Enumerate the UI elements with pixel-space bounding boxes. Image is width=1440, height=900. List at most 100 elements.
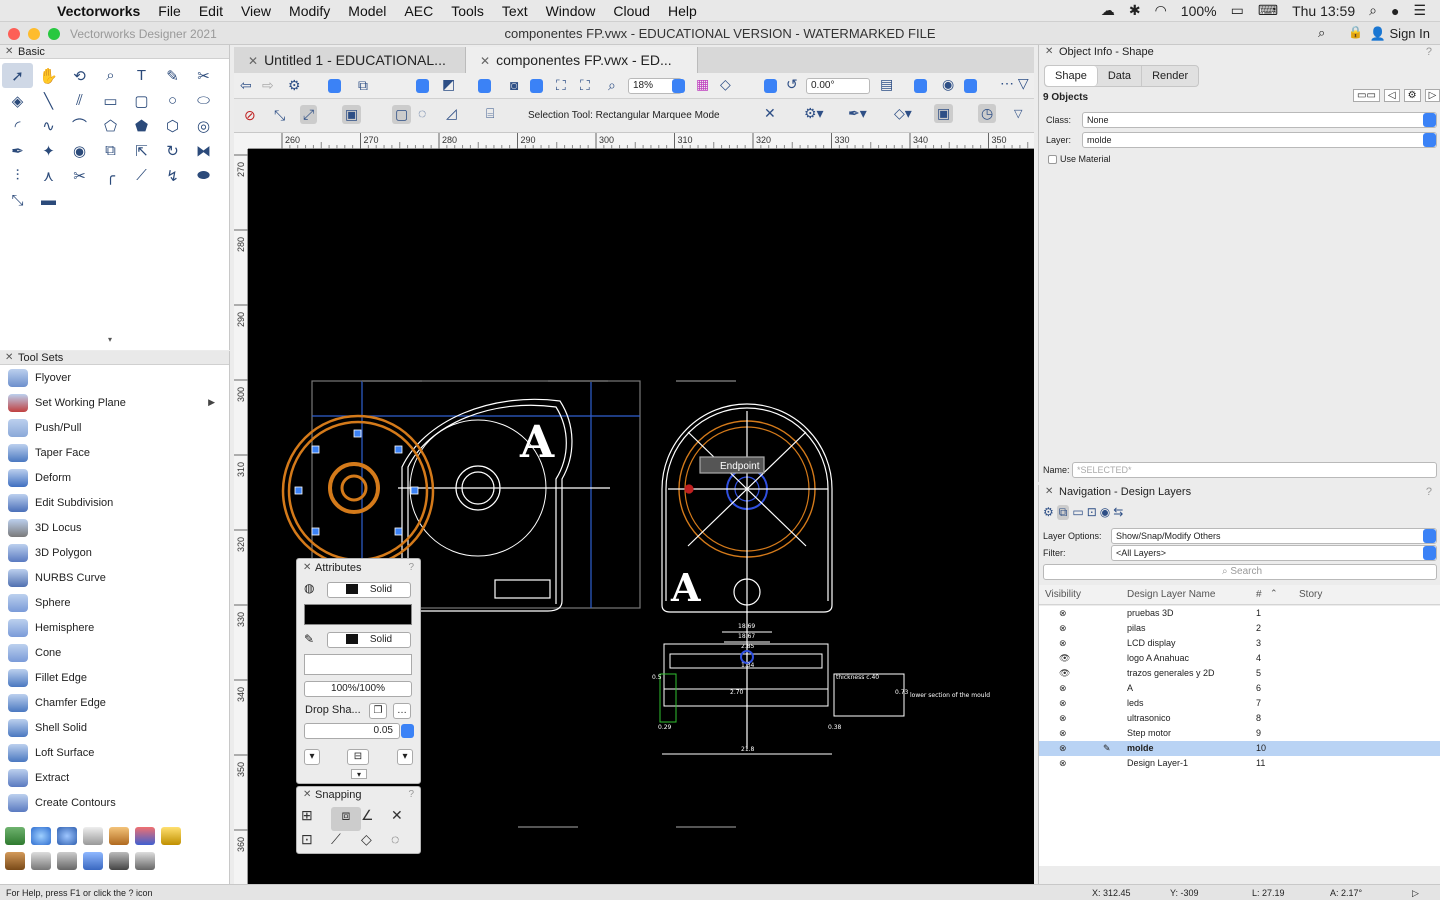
vision-dropdown[interactable] [964,79,977,93]
toolset-visualization-icon[interactable] [132,823,158,848]
nav-layers-icon[interactable]: ⧉ [1056,505,1070,520]
zoom-icon[interactable]: ⌕ [608,77,616,94]
layer-row[interactable]: ⊗ pruebas 3D 1 [1039,606,1440,621]
menu-aec[interactable]: AEC [395,3,442,19]
layer-row[interactable]: ⊗ Step motor 9 [1039,726,1440,741]
pen-style-dropdown[interactable]: Solid [327,632,411,648]
hidden-icon[interactable]: ⊗ [1059,756,1067,771]
search-icon[interactable]: ⌕ [1318,25,1325,41]
hidden-icon[interactable]: ⊗ [1059,606,1067,621]
snap-to-object-icon[interactable]: ⧈ [331,807,361,831]
toolset-item-3d-locus[interactable]: 3D Locus [0,515,229,540]
selection-tool[interactable]: ➚ [2,63,33,88]
render-dropdown[interactable] [530,79,543,93]
help-icon[interactable]: ? [1426,45,1432,59]
help-icon[interactable]: ? [1426,485,1432,499]
expand-palette-icon[interactable]: ▾ [108,335,112,344]
close-icon[interactable]: ✕ [5,351,13,365]
close-icon[interactable]: ✕ [1045,485,1053,499]
attribute-mapping-tool[interactable]: ◈ [2,88,33,113]
close-icon[interactable]: ✕ [303,787,311,803]
apple-icon[interactable] [20,3,36,19]
toolset-item-shell-solid[interactable]: Shell Solid [0,715,229,740]
previous-object-icon[interactable]: ◁ [1383,89,1400,102]
next-object-icon[interactable]: ▷ [1424,89,1440,102]
layer-row[interactable]: ⊗ Design Layer-1 11 [1039,756,1440,771]
tab-render[interactable]: Render [1142,66,1198,86]
wifi-icon[interactable]: ◠ [1155,2,1167,19]
eraser-tool[interactable]: ⬬ [188,163,219,188]
object-list-icon[interactable]: ▭▭ [1353,89,1380,102]
toolset-item-fillet-edge[interactable]: Fillet Edge [0,665,229,690]
menu-edit[interactable]: Edit [190,3,232,19]
menu-help[interactable]: Help [659,3,706,19]
toolset-item-deform[interactable]: Deform [0,465,229,490]
oval-tool[interactable]: ⬭ [188,88,219,113]
text-tool[interactable]: T [126,63,157,88]
settings-icon[interactable]: ⚙ [1403,89,1421,102]
submenu-arrow-icon[interactable]: ▶ [208,397,215,408]
toolset-building-shell-icon[interactable] [2,823,28,848]
back-icon[interactable]: ⇦ [240,77,252,94]
col-story[interactable]: Story [1299,589,1322,600]
toolset-item-cone[interactable]: Cone [0,640,229,665]
control-list-icon[interactable]: ☰ [1413,2,1426,19]
line-weight-field[interactable]: 0.05 [304,723,400,739]
layer-row[interactable]: ⊗ leds 7 [1039,696,1440,711]
working-plane-dropdown[interactable] [764,79,777,93]
tab-shape[interactable]: Shape [1045,66,1098,86]
rotate-plan-icon[interactable]: ↺ [786,76,798,93]
toolset-3d-modeling-icon[interactable] [80,823,106,848]
regular-polygon-tool[interactable]: ⬡ [157,113,188,138]
lasso-mode-icon[interactable]: ◌ [418,105,426,121]
circle-tool[interactable]: ○ [157,88,188,113]
close-tab-icon[interactable]: ✕ [248,54,258,68]
drop-shadow-options-button[interactable]: … [393,703,411,719]
close-icon[interactable]: ✕ [303,559,311,577]
menu-tools[interactable]: Tools [442,3,493,19]
help-icon[interactable]: ? [408,787,414,803]
creative-cloud-icon[interactable]: ☁ [1101,2,1115,19]
spiral-tool[interactable]: ◎ [188,113,219,138]
toolset-item-loft-surface[interactable]: Loft Surface [0,740,229,765]
double-polygon-tool[interactable]: ⬟ [126,113,157,138]
layer-row[interactable]: ⊗ A 6 [1039,681,1440,696]
sort-ascending-icon[interactable]: ⌃ [1270,588,1278,599]
eye-icon[interactable]: 👁 [1059,666,1070,681]
menu-modify[interactable]: Modify [280,3,339,19]
layer-options-dropdown[interactable]: Show/Snap/Modify Others [1111,528,1437,544]
overflow-icon[interactable]: ▽ [1014,107,1022,120]
menu-text[interactable]: Text [493,3,537,19]
snap-to-distance-icon[interactable]: ⟋ [331,831,361,855]
reshape-tool[interactable]: ✦ [33,138,64,163]
smart-edge-icon[interactable]: ⊡ [301,831,331,855]
hidden-icon[interactable]: ⊗ [1059,621,1067,636]
toolset-item-3d-polygon[interactable]: 3D Polygon [0,540,229,565]
vision-icon[interactable]: ◉ [942,76,954,93]
clock[interactable]: Thu 13:59 [1292,3,1355,19]
hidden-icon[interactable]: ⊗ [1059,636,1067,651]
menu-app[interactable]: Vectorworks [48,3,149,19]
toolset-item-set-working-plane[interactable]: Set Working Plane ▶ [0,390,229,415]
class-options-icon[interactable]: ⚙ [288,77,301,94]
sign-in-button[interactable]: 👤 Sign In [1370,26,1430,42]
attributes-icon[interactable]: ◇▾ [894,105,912,122]
eye-icon[interactable]: 👁 [1059,651,1070,666]
offset-tool[interactable]: ⧉ [95,138,126,163]
pan-tool[interactable]: ✋ [33,63,64,88]
visibility-tool[interactable]: ◉ [64,138,95,163]
vertical-ruler[interactable]: 270 280 290 300 310 320 330 340 350 360 [234,149,248,884]
mirror-tool[interactable]: ⧓ [188,138,219,163]
spotlight-search-icon[interactable]: ⌕ [1369,2,1377,19]
menu-cloud[interactable]: Cloud [604,3,659,19]
collapse-icon[interactable]: ▾ [351,769,367,779]
callout-tool[interactable]: ✎ [157,63,188,88]
toolset-machine-icon[interactable] [54,848,80,873]
rounded-rectangle-tool[interactable]: ▢ [126,88,157,113]
toolset-lights-icon[interactable] [158,823,184,848]
nav-references-icon[interactable]: ⇆ [1113,505,1123,520]
lock-icon[interactable]: 🔒 [1348,25,1363,39]
start-marker-dropdown[interactable]: ▾ [304,749,320,765]
toolset-detailing-icon[interactable] [2,848,28,873]
history-icon[interactable]: ◷ [978,104,997,123]
